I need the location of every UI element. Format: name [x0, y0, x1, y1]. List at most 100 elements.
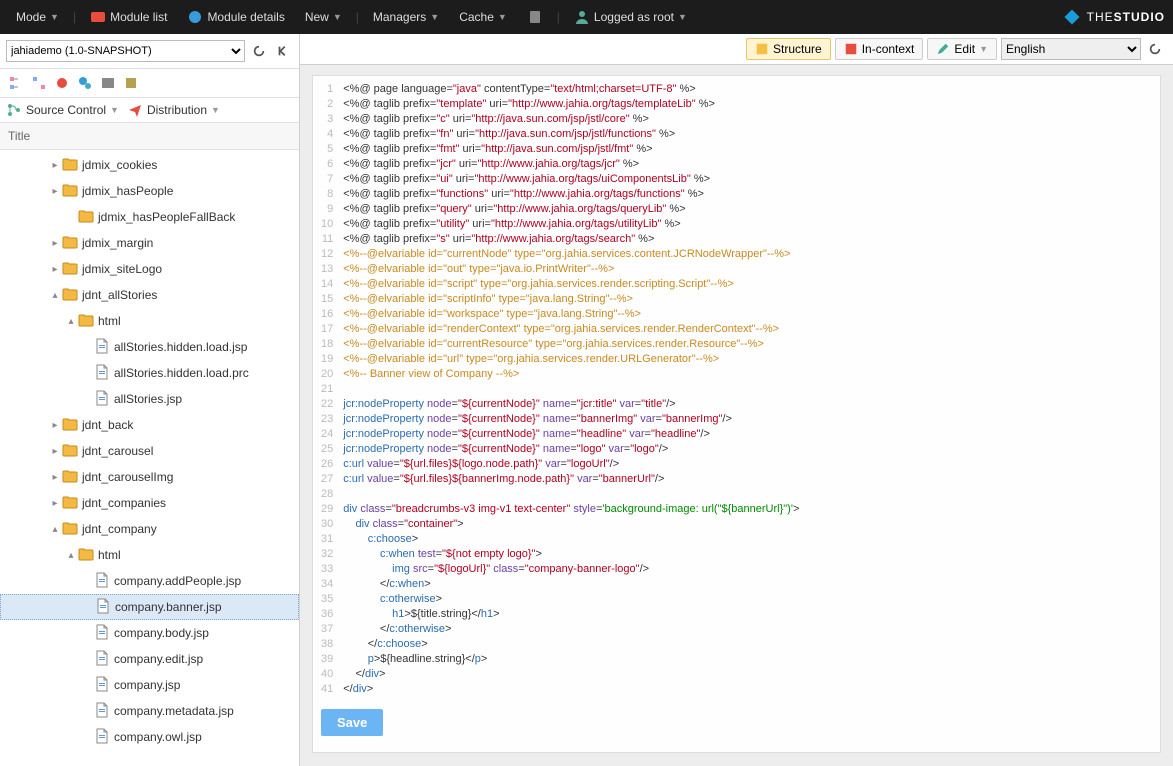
folder-icon: [62, 182, 82, 201]
tb-btn-6[interactable]: [121, 73, 141, 93]
tb-btn-1[interactable]: [6, 73, 26, 93]
menu-module-details[interactable]: Module details: [179, 9, 292, 25]
expander-icon[interactable]: ▴: [48, 290, 62, 301]
file-tree[interactable]: ▸jdmix_cookies▸jdmix_hasPeoplejdmix_hasP…: [0, 150, 299, 766]
source-control-menu[interactable]: Source Control▼: [6, 102, 119, 118]
brand-logo-icon: [1063, 8, 1081, 26]
tree-item[interactable]: ▴ html: [0, 542, 299, 568]
tree-icon-3: [54, 75, 70, 91]
menu-new[interactable]: New▼: [297, 10, 350, 24]
tree-item[interactable]: company.body.jsp: [0, 620, 299, 646]
module-select[interactable]: jahiademo (1.0-SNAPSHOT): [6, 40, 245, 62]
left-panel: jahiademo (1.0-SNAPSHOT) Source Control▼…: [0, 34, 300, 766]
branch-icon: [6, 102, 22, 118]
tree-item[interactable]: company.banner.jsp: [0, 594, 299, 620]
tree-item[interactable]: company.owl.jsp: [0, 724, 299, 750]
tb-btn-3[interactable]: [52, 73, 72, 93]
expander-icon[interactable]: ▴: [64, 316, 78, 327]
tree-item-label: jdnt_companies: [82, 496, 166, 510]
tree-item[interactable]: allStories.hidden.load.prc: [0, 360, 299, 386]
line-gutter: 1234567891011121314151617181920212223242…: [321, 82, 343, 697]
tree-item[interactable]: company.jsp: [0, 672, 299, 698]
tree-item[interactable]: jdmix_hasPeopleFallBack: [0, 204, 299, 230]
refresh-icon: [1148, 42, 1162, 56]
menu-module-list[interactable]: Module list: [82, 9, 175, 25]
tree-item[interactable]: company.metadata.jsp: [0, 698, 299, 724]
tree-item[interactable]: ▸ jdnt_carousel: [0, 438, 299, 464]
refresh-icon: [252, 44, 266, 58]
tb-btn-2[interactable]: [29, 73, 49, 93]
refresh-editor-button[interactable]: [1145, 39, 1165, 59]
view-structure-button[interactable]: Structure: [746, 38, 831, 60]
expander-icon[interactable]: ▸: [48, 238, 62, 249]
tree-item[interactable]: allStories.hidden.load.jsp: [0, 334, 299, 360]
tree-item[interactable]: ▸ jdmix_siteLogo: [0, 256, 299, 282]
save-button[interactable]: Save: [321, 709, 383, 736]
menu-cache[interactable]: Cache▼: [451, 10, 515, 24]
tree-item-label: company.metadata.jsp: [114, 704, 234, 718]
editor-toolbar: Structure In-context Edit▼ English: [300, 34, 1173, 65]
menu-logged-as[interactable]: Logged as root▼: [566, 9, 695, 25]
tree-item[interactable]: company.edit.jsp: [0, 646, 299, 672]
distribution-menu[interactable]: Distribution▼: [127, 102, 220, 118]
folder-icon: [62, 286, 82, 305]
tree-item[interactable]: ▸ jdnt_companies: [0, 490, 299, 516]
file-icon: [94, 624, 114, 643]
folder-icon: [62, 468, 82, 487]
incontext-icon: [844, 42, 858, 56]
tree-item[interactable]: ▴ jdnt_allStories: [0, 282, 299, 308]
expander-icon[interactable]: ▸: [48, 472, 62, 483]
tree-item[interactable]: allStories.jsp: [0, 386, 299, 412]
right-panel: Structure In-context Edit▼ English 12345…: [300, 34, 1173, 766]
tree-item[interactable]: ▴jdnt_company: [0, 516, 299, 542]
view-incontext-button[interactable]: In-context: [835, 38, 924, 60]
top-menubar: Mode▼ | Module list Module details New▼ …: [0, 0, 1173, 34]
collapse-panel-button[interactable]: [273, 41, 293, 61]
menu-clipboard[interactable]: [519, 9, 551, 25]
tree-item-label: jdnt_back: [82, 418, 133, 432]
expander-icon[interactable]: ▸: [48, 420, 62, 431]
tree-item-label: jdmix_siteLogo: [82, 262, 162, 276]
tree-item[interactable]: ▸jdmix_margin: [0, 230, 299, 256]
distribution-icon: [127, 102, 143, 118]
expander-icon[interactable]: ▸: [48, 264, 62, 275]
tree-item-label: company.jsp: [114, 678, 180, 692]
tree-item[interactable]: ▴html: [0, 308, 299, 334]
tree-item-label: jdnt_allStories: [82, 288, 157, 302]
tree-toolbar: [0, 69, 299, 98]
expander-icon[interactable]: ▴: [48, 524, 62, 535]
expander-icon[interactable]: ▸: [48, 446, 62, 457]
tree-item-label: company.addPeople.jsp: [114, 574, 241, 588]
tree-item[interactable]: ▸jdmix_cookies: [0, 152, 299, 178]
file-icon: [94, 338, 114, 357]
folder-icon: [62, 156, 82, 175]
tree-item[interactable]: ▸jdmix_hasPeople: [0, 178, 299, 204]
code-content[interactable]: <%@ page language="java" contentType="te…: [343, 82, 799, 697]
tb-btn-4[interactable]: [75, 73, 95, 93]
tree-item-label: html: [98, 548, 121, 562]
expander-icon[interactable]: ▴: [64, 550, 78, 561]
code-editor[interactable]: 1234567891011121314151617181920212223242…: [312, 75, 1161, 753]
tree-item-label: company.edit.jsp: [114, 652, 203, 666]
folder-icon: [62, 520, 82, 539]
language-select[interactable]: English: [1001, 38, 1141, 60]
expander-icon[interactable]: ▸: [48, 498, 62, 509]
tree-item-label: company.banner.jsp: [115, 600, 222, 614]
menu-managers[interactable]: Managers▼: [365, 10, 447, 24]
folder-icon: [62, 234, 82, 253]
tree-item[interactable]: company.addPeople.jsp: [0, 568, 299, 594]
folder-icon: [62, 260, 82, 279]
refresh-button[interactable]: [249, 41, 269, 61]
tree-item-label: allStories.hidden.load.prc: [114, 366, 249, 380]
menu-mode[interactable]: Mode▼: [8, 10, 67, 24]
expander-icon[interactable]: ▸: [48, 160, 62, 171]
file-icon: [95, 598, 115, 617]
view-edit-button[interactable]: Edit▼: [927, 38, 997, 60]
tb-btn-5[interactable]: [98, 73, 118, 93]
expander-icon[interactable]: ▸: [48, 186, 62, 197]
tree-item-label: jdnt_carousel: [82, 444, 153, 458]
tree-icon-2: [31, 75, 47, 91]
file-icon: [94, 650, 114, 669]
tree-item[interactable]: ▸ jdnt_back: [0, 412, 299, 438]
tree-item[interactable]: ▸jdnt_carouselImg: [0, 464, 299, 490]
